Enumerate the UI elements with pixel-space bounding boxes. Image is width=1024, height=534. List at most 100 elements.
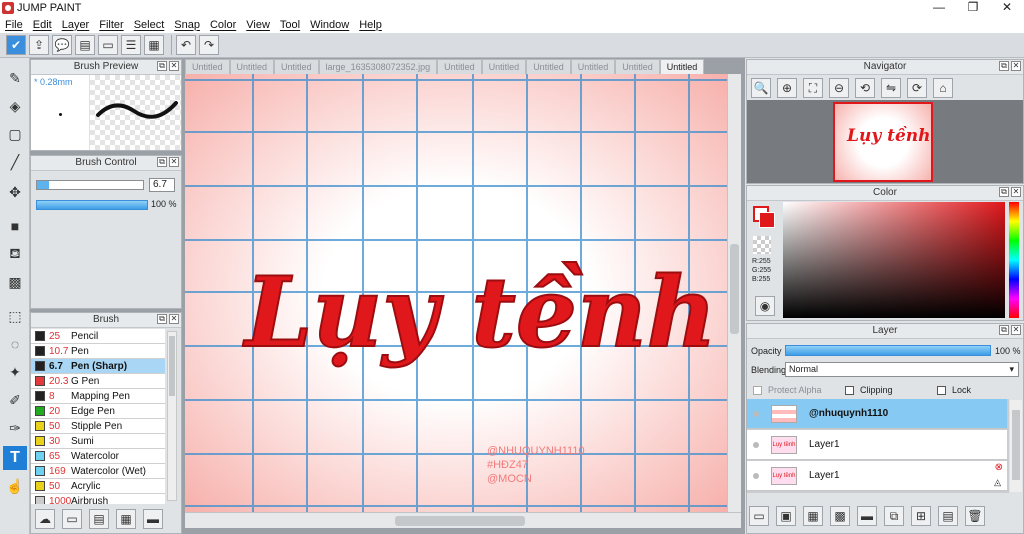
undock-icon[interactable]: ⧉ — [157, 157, 167, 167]
flip-icon[interactable]: ⇋ — [881, 78, 901, 98]
brush-opacity-slider[interactable] — [36, 200, 148, 210]
halftone-layer-icon[interactable]: ▦ — [803, 506, 823, 526]
undock-icon[interactable]: ⧉ — [999, 325, 1009, 335]
foreground-color-swatch[interactable] — [759, 212, 775, 228]
undock-icon[interactable]: ⧉ — [157, 314, 167, 324]
brush-item-pen-sharp[interactable]: 6.7 Pen (Sharp) — [31, 359, 165, 374]
delete-mark-icon[interactable]: ⊗ — [995, 462, 1003, 473]
minimize-button[interactable]: — — [922, 0, 956, 16]
zoom-out-icon[interactable]: ⊖ — [829, 78, 849, 98]
undock-icon[interactable]: ⧉ — [999, 61, 1009, 71]
grid-settings-icon[interactable]: ▦ — [144, 35, 164, 55]
lasso-tool-icon[interactable]: ◌ — [3, 332, 27, 356]
tab-untitled[interactable]: Untitled — [437, 59, 482, 74]
visibility-icon[interactable] — [753, 472, 759, 479]
undock-icon[interactable]: ⧉ — [157, 61, 167, 71]
list-icon[interactable]: ☰ — [121, 35, 141, 55]
page-icon[interactable]: ▭ — [98, 35, 118, 55]
screentone-layer-icon[interactable]: ▩ — [830, 506, 850, 526]
scrollbar-thumb[interactable] — [395, 516, 525, 526]
fill-rect-tool-icon[interactable]: ■ — [3, 214, 27, 238]
brush-item-sumi[interactable]: 30 Sumi — [31, 434, 165, 449]
layer-row[interactable]: @nhuquynh1110 — [747, 399, 1007, 429]
layer-menu-icon[interactable]: ▤ — [938, 506, 958, 526]
message-icon[interactable]: ▤ — [75, 35, 95, 55]
brush-menu-icon[interactable]: ▤ — [89, 509, 109, 529]
close-panel-icon[interactable]: ✕ — [169, 314, 179, 324]
tab-untitled[interactable]: Untitled — [526, 59, 571, 74]
text-tool-icon[interactable]: T — [3, 446, 27, 470]
layer-opacity-slider[interactable] — [785, 345, 991, 356]
brush-download-icon[interactable]: ☁ — [35, 509, 55, 529]
new-raster-layer-icon[interactable]: ▣ — [776, 506, 796, 526]
menu-snap[interactable]: Snap — [169, 19, 205, 31]
fit-screen-icon[interactable]: ⛶ — [803, 78, 823, 98]
tab-untitled[interactable]: Untitled — [185, 59, 230, 74]
undo-icon[interactable]: ↶ — [176, 35, 196, 55]
hue-slider[interactable] — [1009, 202, 1019, 318]
brush-item-pencil[interactable]: 25 Pencil — [31, 329, 165, 344]
palette-icon[interactable]: ◉ — [755, 296, 775, 316]
close-panel-icon[interactable]: ✕ — [169, 157, 179, 167]
menu-select[interactable]: Select — [129, 19, 170, 31]
close-button[interactable]: ✕ — [990, 0, 1024, 16]
merge-layer-icon[interactable]: ⊞ — [911, 506, 931, 526]
menu-filter[interactable]: Filter — [94, 19, 128, 31]
transparent-color-swatch[interactable] — [753, 236, 771, 254]
visibility-icon[interactable] — [753, 441, 759, 448]
tab-untitled[interactable]: Untitled — [274, 59, 319, 74]
folder-icon[interactable]: ▬ — [857, 506, 877, 526]
tab-untitled[interactable]: Untitled — [481, 59, 527, 74]
lock-checkbox[interactable] — [937, 386, 946, 396]
menu-layer[interactable]: Layer — [57, 19, 95, 31]
magic-wand-tool-icon[interactable]: ✦ — [3, 360, 27, 384]
canvas-vertical-scrollbar[interactable] — [727, 74, 741, 512]
scrollbar-thumb[interactable] — [169, 336, 175, 396]
rotate-right-icon[interactable]: ⟳ — [907, 78, 927, 98]
visibility-icon[interactable] — [753, 410, 759, 417]
brush-tool-icon[interactable]: ✎ — [3, 66, 27, 90]
close-panel-icon[interactable]: ✕ — [1011, 61, 1021, 71]
canvas-horizontal-scrollbar[interactable] — [185, 512, 741, 528]
clipping-checkbox[interactable] — [845, 386, 854, 396]
duplicate-layer-icon[interactable]: ⧉ — [884, 506, 904, 526]
select-pen-tool-icon[interactable]: ✐ — [3, 388, 27, 412]
close-panel-icon[interactable]: ✕ — [1011, 187, 1021, 197]
menu-view[interactable]: View — [241, 19, 275, 31]
close-panel-icon[interactable]: ✕ — [169, 61, 179, 71]
gradient-tool-icon[interactable]: ▩ — [3, 270, 27, 294]
brush-item-g-pen[interactable]: 20.3 G Pen — [31, 374, 165, 389]
zoom-in-icon[interactable]: ⊕ — [777, 78, 797, 98]
tab-image-file[interactable]: large_1635308072352.jpg — [318, 59, 438, 74]
menu-window[interactable]: Window — [305, 19, 354, 31]
maximize-button[interactable]: ❐ — [956, 0, 990, 16]
menu-color[interactable]: Color — [205, 19, 241, 31]
brush-size-slider[interactable] — [36, 180, 144, 190]
brush-folder-icon[interactable]: ▬ — [143, 509, 163, 529]
undock-icon[interactable]: ⧉ — [999, 187, 1009, 197]
export-icon[interactable]: ⇪ — [29, 35, 49, 55]
redo-icon[interactable]: ↷ — [199, 35, 219, 55]
rectangle-tool-icon[interactable]: ▢ — [3, 122, 27, 146]
brush-item-acrylic[interactable]: 50 Acrylic — [31, 479, 165, 494]
rotate-left-icon[interactable]: ⟲ — [855, 78, 875, 98]
brush-item-watercolor-wet[interactable]: 169 Watercolor (Wet) — [31, 464, 165, 479]
protect-alpha-option[interactable]: Protect Alpha — [753, 385, 822, 396]
menu-edit[interactable]: Edit — [28, 19, 57, 31]
check-icon[interactable]: ✔ — [6, 35, 26, 55]
brush-size-input[interactable]: 6.7 — [149, 178, 175, 192]
menu-file[interactable]: File — [0, 19, 28, 31]
eraser-tool-icon[interactable]: ◈ — [3, 94, 27, 118]
brush-item-pen[interactable]: 10.7 Pen — [31, 344, 165, 359]
protect-alpha-checkbox[interactable] — [753, 386, 762, 396]
menu-help[interactable]: Help — [354, 19, 387, 31]
menu-tool[interactable]: Tool — [275, 19, 305, 31]
select-eraser-tool-icon[interactable]: ✑ — [3, 416, 27, 440]
blending-select[interactable]: Normal ▾ — [785, 362, 1019, 377]
tab-untitled[interactable]: Untitled — [615, 59, 660, 74]
color-picker-area[interactable] — [783, 202, 1005, 318]
line-tool-icon[interactable]: ╱ — [3, 150, 27, 174]
brush-item-mapping-pen[interactable]: 8 Mapping Pen — [31, 389, 165, 404]
tab-untitled[interactable]: Untitled — [229, 59, 275, 74]
hand-tool-icon[interactable]: ☝ — [3, 474, 27, 498]
